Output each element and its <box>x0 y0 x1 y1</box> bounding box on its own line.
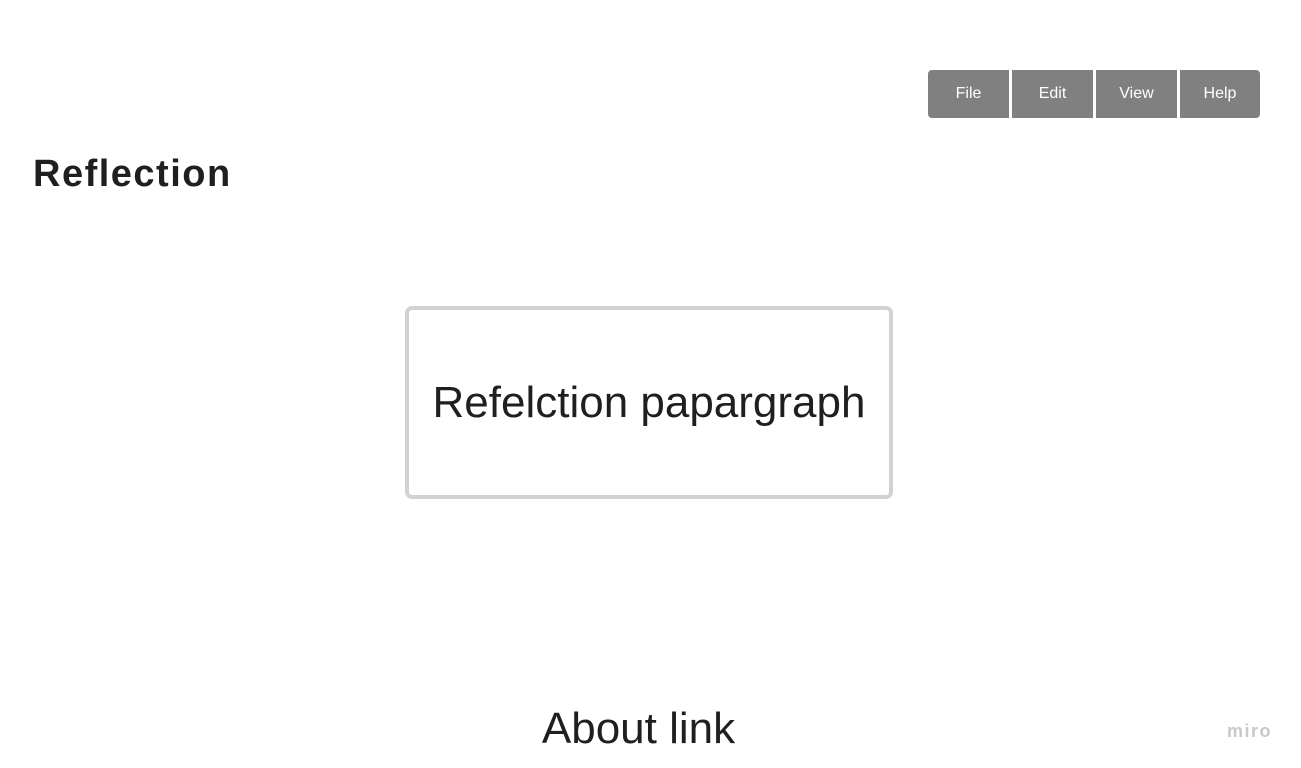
reflection-paragraph-text: Refelction papargraph <box>432 377 866 427</box>
menu-item-help[interactable]: Help <box>1180 70 1260 118</box>
reflection-paragraph-box: Refelction papargraph <box>405 306 893 499</box>
about-link[interactable]: About link <box>0 703 1277 755</box>
menu-bar: File Edit View Help <box>928 70 1260 118</box>
miro-watermark-logo: miro <box>1226 721 1272 741</box>
menu-item-file[interactable]: File <box>928 70 1009 118</box>
menu-item-view[interactable]: View <box>1096 70 1177 118</box>
page-title: Reflection <box>33 153 232 195</box>
menu-item-edit[interactable]: Edit <box>1012 70 1093 118</box>
